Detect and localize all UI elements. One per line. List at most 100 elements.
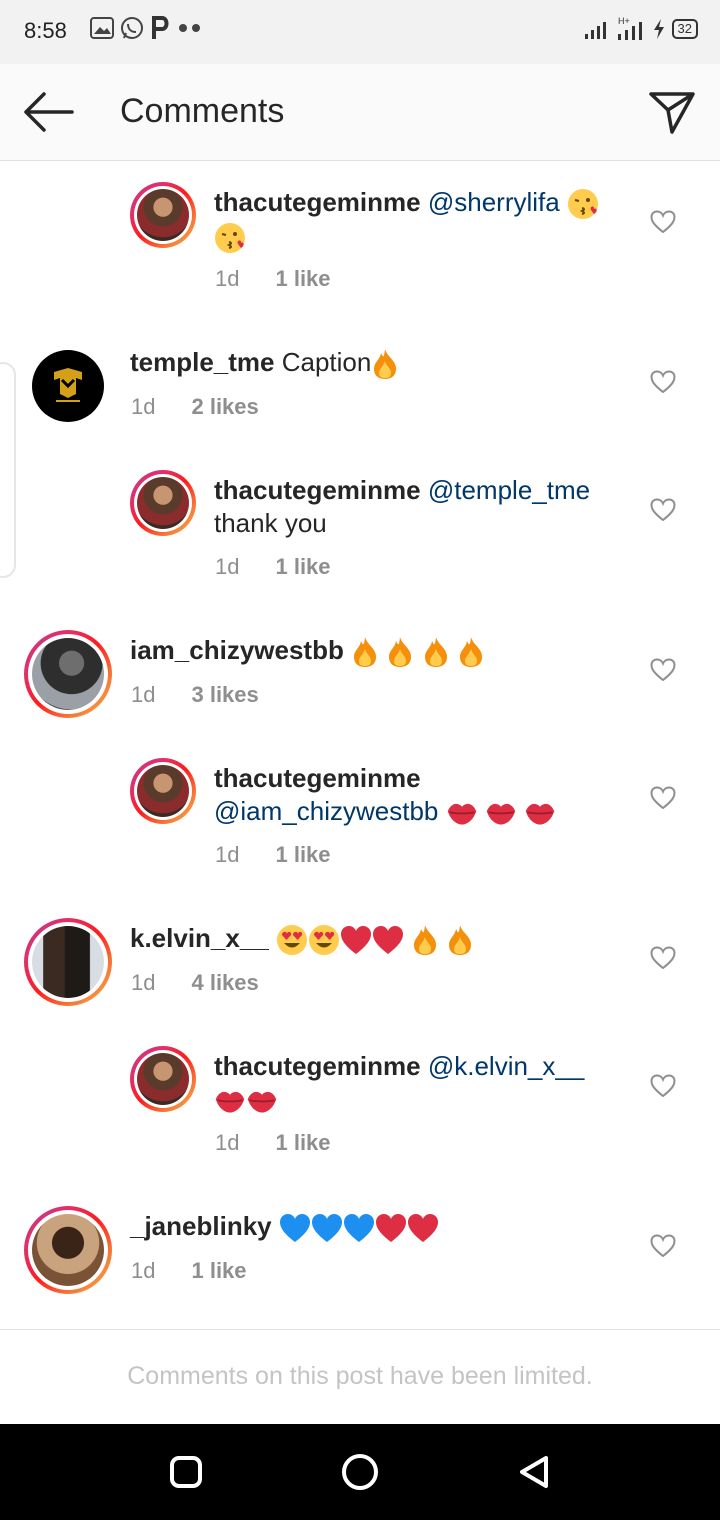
like-heart-icon[interactable] <box>650 946 676 970</box>
comment-text: iam_chizywestbb <box>130 634 630 668</box>
avatar[interactable] <box>24 1206 112 1294</box>
red-heart-emoji <box>340 925 372 955</box>
comment-meta: 1d 2 likes <box>131 394 259 420</box>
lips-emoji <box>246 1088 278 1114</box>
comment-mention[interactable]: @iam_chizywestbb <box>214 796 438 826</box>
comment-text: _janeblinky <box>130 1210 650 1243</box>
comment-text: thacutegeminme @sherrylifa <box>214 186 634 254</box>
like-heart-icon[interactable] <box>650 658 676 682</box>
avatar[interactable] <box>130 470 196 536</box>
comment-likes[interactable]: 1 like <box>275 842 330 867</box>
comment-text: thacutegeminme @k.elvin_x__ <box>214 1050 634 1116</box>
like-heart-icon[interactable] <box>650 1074 676 1098</box>
lips-emoji <box>524 800 556 826</box>
avatar[interactable] <box>32 350 104 422</box>
comment-username[interactable]: iam_chizywestbb <box>130 635 344 665</box>
back-button[interactable] <box>514 1452 554 1492</box>
comment-text: k.elvin_x__ <box>130 922 650 956</box>
comment-likes[interactable]: 1 like <box>191 1258 246 1283</box>
like-heart-icon[interactable] <box>650 498 676 522</box>
comment-mention[interactable]: @k.elvin_x__ <box>428 1051 584 1081</box>
comment-username[interactable]: thacutegeminme <box>214 187 421 217</box>
charging-icon <box>653 19 664 39</box>
comment-meta: 1d 1 like <box>215 842 331 868</box>
blue-heart-emoji <box>343 1213 375 1243</box>
avatar[interactable] <box>130 758 196 824</box>
comment-meta: 1d 1 like <box>215 1130 331 1156</box>
header-bar: Comments <box>0 64 720 161</box>
comment-time: 1d <box>131 970 156 995</box>
comment-likes[interactable]: 1 like <box>275 554 330 579</box>
comment-likes[interactable]: 4 likes <box>191 970 258 995</box>
status-time: 8:58 <box>24 18 67 43</box>
comment-username[interactable]: thacutegeminme <box>214 1051 421 1081</box>
avatar[interactable] <box>130 182 196 248</box>
comment-likes[interactable]: 2 likes <box>191 394 258 419</box>
comment-text: thacutegeminme @temple_tme thank you <box>214 474 634 540</box>
comment-username[interactable]: thacutegeminme <box>214 763 421 793</box>
comment-time: 1d <box>131 394 156 419</box>
battery-icon: 32 <box>671 19 698 39</box>
red-heart-emoji <box>372 925 404 955</box>
fire-emoji <box>411 924 439 956</box>
comment-likes[interactable]: 1 like <box>275 266 330 291</box>
comment-username[interactable]: k.elvin_x__ <box>130 923 269 953</box>
comment-mention[interactable]: @sherrylifa <box>428 187 560 217</box>
like-heart-icon[interactable] <box>650 1234 676 1258</box>
fire-emoji <box>351 636 379 668</box>
avatar[interactable] <box>130 1046 196 1112</box>
lips-emoji <box>485 800 517 826</box>
red-heart-emoji <box>407 1213 439 1243</box>
comment-time: 1d <box>215 842 240 867</box>
avatar[interactable] <box>24 918 112 1006</box>
comment-time: 1d <box>131 1258 156 1283</box>
avatar[interactable] <box>24 630 112 718</box>
home-button[interactable] <box>340 1452 380 1492</box>
fire-emoji <box>371 348 399 380</box>
fire-emoji <box>446 924 474 956</box>
comment-meta: 1d 1 like <box>215 266 331 292</box>
send-direct-icon[interactable] <box>648 88 696 136</box>
comment-meta: 1d 1 like <box>215 554 331 580</box>
heart-eyes-emoji <box>308 924 340 956</box>
comment-username[interactable]: temple_tme <box>130 347 275 377</box>
blue-heart-emoji <box>279 1213 311 1243</box>
comment-body: Caption <box>281 347 372 377</box>
p-icon <box>152 16 169 39</box>
blue-heart-emoji <box>311 1213 343 1243</box>
h-plus-signal-icon: H+ <box>617 16 642 40</box>
navigation-bar <box>0 1424 720 1520</box>
comment-time: 1d <box>215 1130 240 1155</box>
page-title: Comments <box>120 92 285 130</box>
comment-username[interactable]: _janeblinky <box>130 1211 272 1241</box>
comment-likes[interactable]: 1 like <box>275 1130 330 1155</box>
kiss-emoji <box>214 222 246 254</box>
kiss-emoji <box>567 188 599 220</box>
comments-limited-notice: Comments on this post have been limited. <box>127 1362 593 1390</box>
status-icons-left <box>90 16 202 40</box>
red-heart-emoji <box>375 1213 407 1243</box>
like-heart-icon[interactable] <box>650 370 676 394</box>
comment-likes[interactable]: 3 likes <box>191 682 258 707</box>
temple-logo-icon <box>54 368 82 402</box>
comment-time: 1d <box>131 682 156 707</box>
heart-eyes-emoji <box>276 924 308 956</box>
comment-mention[interactable]: @temple_tme <box>428 475 590 505</box>
like-heart-icon[interactable] <box>650 786 676 810</box>
comment-text: temple_tme Caption <box>130 346 630 380</box>
signal-icon <box>584 22 606 39</box>
like-heart-icon[interactable] <box>650 210 676 234</box>
fire-emoji <box>386 636 414 668</box>
fire-emoji <box>422 636 450 668</box>
comment-time: 1d <box>215 266 240 291</box>
svg-text:H+: H+ <box>618 16 630 26</box>
status-icons-right: H+ 32 <box>584 16 698 42</box>
comment-text: thacutegeminme @iam_chizywestbb <box>214 762 634 828</box>
back-arrow-icon[interactable] <box>22 90 74 134</box>
comment-username[interactable]: thacutegeminme <box>214 475 421 505</box>
comment-time: 1d <box>215 554 240 579</box>
recent-apps-button[interactable] <box>166 1452 206 1492</box>
fire-emoji <box>457 636 485 668</box>
lips-emoji <box>214 1088 246 1114</box>
image-icon <box>90 17 114 39</box>
